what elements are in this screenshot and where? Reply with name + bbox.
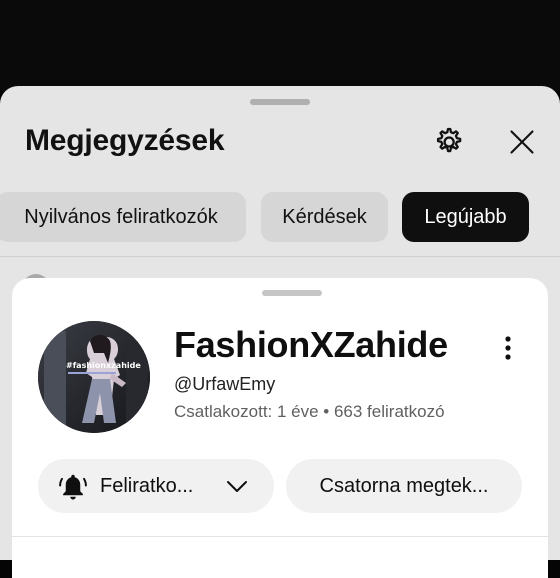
gear-icon[interactable]: [430, 124, 466, 160]
chip-public-subscribers[interactable]: Nyilvános feliratkozók: [0, 192, 246, 242]
avatar-overlay-text: #fashionxzahide: [66, 361, 141, 370]
drag-handle[interactable]: [262, 290, 322, 296]
close-icon[interactable]: [504, 124, 540, 160]
comments-title: Megjegyzések: [25, 124, 225, 157]
divider: [0, 256, 560, 257]
channel-card: #fashionxzahide FashionXZahide @UrfawEmy…: [12, 278, 548, 578]
channel-meta: Csatlakozott: 1 éve • 663 feliratkozó: [174, 402, 445, 421]
subscribe-button[interactable]: Feliratko...: [38, 459, 274, 513]
more-vert-icon[interactable]: [494, 332, 522, 364]
channel-handle: @UrfawEmy: [174, 374, 276, 394]
filter-chips: Nyilvános feliratkozók Kérdések Legújabb: [0, 192, 560, 244]
chip-questions[interactable]: Kérdések: [261, 192, 388, 242]
channel-name: FashionXZahide: [174, 324, 448, 365]
chip-newest[interactable]: Legújabb: [402, 192, 529, 242]
view-channel-button[interactable]: Csatorna megtek...: [286, 459, 522, 513]
drag-handle[interactable]: [250, 99, 310, 105]
bell-icon: [58, 472, 88, 502]
avatar[interactable]: #fashionxzahide: [38, 321, 150, 433]
video-player-area[interactable]: [0, 0, 560, 90]
chevron-down-icon: [226, 476, 248, 496]
subscribe-label: Feliratko...: [100, 475, 194, 497]
divider: [12, 536, 548, 537]
